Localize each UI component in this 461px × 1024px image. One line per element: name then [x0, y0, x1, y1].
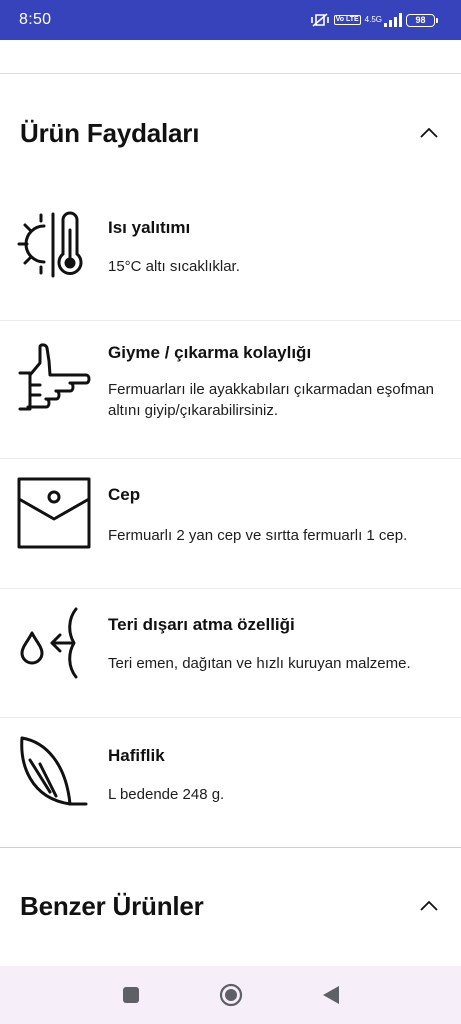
- benefit-item: Cep Fermuarlı 2 yan cep ve sırtta fermua…: [0, 459, 461, 589]
- benefit-description: Fermuarlı 2 yan cep ve sırtta fermuarlı …: [108, 527, 408, 544]
- status-time: 8:50: [19, 11, 52, 28]
- benefit-title: Hafiflik: [108, 746, 165, 765]
- similar-products-section-header[interactable]: Benzer Ürünler: [0, 876, 461, 936]
- status-bar: 8:50 Vo LTE 4.5G 98: [0, 0, 461, 40]
- signal-icon: [384, 13, 402, 27]
- chevron-up-icon[interactable]: [417, 894, 441, 918]
- benefit-description: 15°C altı sıcaklıklar.: [108, 258, 240, 275]
- benefit-item: Teri dışarı atma özelliği Teri emen, dağ…: [0, 589, 461, 718]
- status-icons: Vo LTE 4.5G 98: [310, 12, 438, 28]
- battery-level: 98: [415, 15, 426, 25]
- benefits-section-title: Ürün Faydaları: [20, 117, 200, 148]
- system-nav-bar: [0, 966, 461, 1024]
- volte-badge: Vo LTE: [333, 15, 361, 25]
- divider: [0, 847, 461, 848]
- moisture-wicking-icon: [16, 605, 92, 681]
- thumbs-up-icon: [16, 341, 92, 417]
- benefit-description: Teri emen, dağıtan ve hızlı kuruyan malz…: [108, 655, 411, 672]
- chevron-up-icon[interactable]: [417, 121, 441, 145]
- mute-vibrate-icon: [310, 12, 330, 28]
- benefit-item: Giyme / çıkarma kolaylığı Fermuarları il…: [0, 321, 461, 459]
- benefit-title: Teri dışarı atma özelliği: [108, 615, 295, 634]
- benefit-item: Hafiflik L bedende 248 g.: [0, 718, 461, 847]
- benefit-title: Giyme / çıkarma kolaylığı: [108, 343, 312, 362]
- thermometer-icon: [16, 206, 92, 282]
- home-icon[interactable]: [216, 980, 246, 1010]
- benefit-description: Fermuarları ile ayakkabıları çıkarmadan …: [108, 381, 434, 419]
- pocket-icon: [16, 475, 92, 551]
- recent-apps-icon[interactable]: [116, 980, 146, 1010]
- benefits-section-header[interactable]: Ürün Faydaları: [0, 103, 461, 163]
- battery-icon: 98: [406, 13, 438, 27]
- benefit-item: Isı yalıtımı 15°C altı sıcaklıklar.: [0, 190, 461, 321]
- feather-icon: [16, 734, 92, 810]
- benefit-title: Cep: [108, 485, 141, 504]
- benefit-title: Isı yalıtımı: [108, 218, 191, 237]
- network-type: 4.5G: [364, 15, 382, 24]
- back-icon[interactable]: [316, 980, 346, 1010]
- benefit-description: L bedende 248 g.: [108, 786, 225, 803]
- similar-products-title: Benzer Ürünler: [20, 890, 204, 921]
- divider: [0, 73, 461, 74]
